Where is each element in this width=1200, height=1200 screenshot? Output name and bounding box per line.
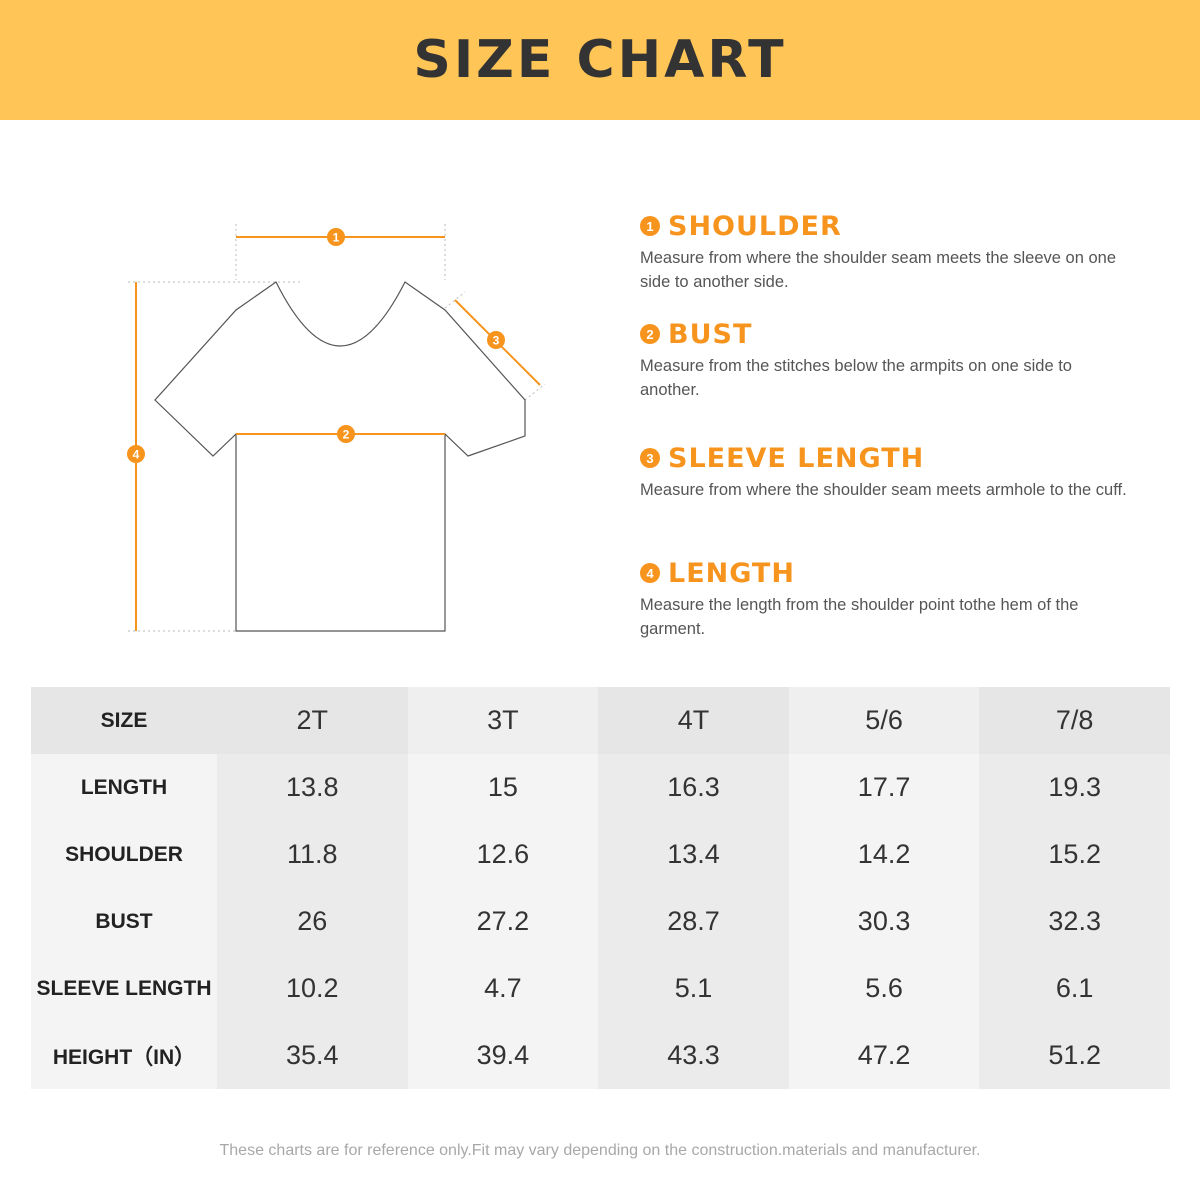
size-header-cell: 2T bbox=[217, 687, 408, 754]
table-cell: 15 bbox=[407, 754, 599, 821]
table-cell: 27.2 bbox=[407, 888, 599, 955]
marker-1-icon: 1 bbox=[327, 228, 345, 246]
table-row: HEIGHT（IN） 35.4 39.4 43.3 47.2 51.2 bbox=[31, 1022, 1170, 1089]
size-header-cell: 4T bbox=[598, 687, 789, 754]
size-header-cell: 3T bbox=[407, 687, 599, 754]
table-cell: 6.1 bbox=[979, 955, 1170, 1022]
definition-text: Measure from where the shoulder seam mee… bbox=[640, 481, 1127, 499]
definition-title: BUST bbox=[668, 318, 753, 350]
definition-text: Measure from the stitches below the armp… bbox=[640, 357, 1072, 399]
table-cell: 35.4 bbox=[217, 1022, 408, 1089]
definition-text: Measure the length from the shoulder poi… bbox=[640, 596, 1079, 638]
table-cell: 47.2 bbox=[788, 1022, 980, 1089]
marker-4-icon: 4 bbox=[127, 445, 145, 463]
definition-sleeve-length: 3 SLEEVE LENGTH Measure from where the s… bbox=[640, 440, 1140, 502]
row-label: HEIGHT（IN） bbox=[31, 1022, 217, 1089]
table-cell: 12.6 bbox=[407, 821, 599, 888]
table-cell: 13.8 bbox=[217, 754, 408, 821]
footnote: These charts are for reference only.Fit … bbox=[219, 1142, 981, 1159]
page-title: SIZE CHART bbox=[413, 30, 787, 90]
table-cell: 26 bbox=[217, 888, 408, 955]
header-banner: SIZE CHART bbox=[0, 0, 1200, 120]
tshirt-svg: 1 2 3 4 bbox=[127, 224, 546, 632]
table-cell: 11.8 bbox=[217, 821, 408, 888]
table-cell: 17.7 bbox=[788, 754, 980, 821]
table-cell: 19.3 bbox=[979, 754, 1170, 821]
row-label: SIZE bbox=[31, 687, 217, 754]
svg-text:1: 1 bbox=[333, 231, 340, 245]
table-header-row: SIZE 2T 3T 4T 5/6 7/8 bbox=[31, 687, 1170, 754]
row-label: LENGTH bbox=[31, 754, 217, 821]
table-cell: 28.7 bbox=[598, 888, 789, 955]
table-cell: 16.3 bbox=[598, 754, 789, 821]
table-cell: 30.3 bbox=[788, 888, 980, 955]
size-header-cell: 5/6 bbox=[788, 687, 980, 754]
table-cell: 43.3 bbox=[598, 1022, 789, 1089]
number-2-icon: 2 bbox=[640, 324, 660, 344]
marker-2-icon: 2 bbox=[337, 425, 355, 443]
table-row: SLEEVE LENGTH 10.2 4.7 5.1 5.6 6.1 bbox=[31, 955, 1170, 1022]
row-label: SLEEVE LENGTH bbox=[31, 955, 217, 1022]
number-1-icon: 1 bbox=[640, 216, 660, 236]
svg-text:2: 2 bbox=[343, 428, 350, 442]
tshirt-diagram: 1 2 3 4 bbox=[100, 200, 580, 650]
table-cell: 13.4 bbox=[598, 821, 789, 888]
definition-title: SHOULDER bbox=[668, 210, 842, 242]
table-cell: 5.6 bbox=[788, 955, 980, 1022]
table-cell: 39.4 bbox=[407, 1022, 599, 1089]
table-cell: 14.2 bbox=[788, 821, 980, 888]
row-label: BUST bbox=[31, 888, 217, 955]
table-cell: 4.7 bbox=[407, 955, 599, 1022]
table-cell: 10.2 bbox=[217, 955, 408, 1022]
svg-text:3: 3 bbox=[493, 334, 500, 348]
table-cell: 51.2 bbox=[979, 1022, 1170, 1089]
table-cell: 15.2 bbox=[979, 821, 1170, 888]
definition-shoulder: 1 SHOULDER Measure from where the should… bbox=[640, 208, 1140, 294]
number-4-icon: 4 bbox=[640, 563, 660, 583]
table-row: BUST 26 27.2 28.7 30.3 32.3 bbox=[31, 888, 1170, 955]
table-row: LENGTH 13.8 15 16.3 17.7 19.3 bbox=[31, 754, 1170, 821]
svg-text:4: 4 bbox=[133, 448, 140, 462]
table-cell: 32.3 bbox=[979, 888, 1170, 955]
marker-3-icon: 3 bbox=[487, 331, 505, 349]
definition-text: Measure from where the shoulder seam mee… bbox=[640, 249, 1117, 291]
number-3-icon: 3 bbox=[640, 448, 660, 468]
definition-length: 4 LENGTH Measure the length from the sho… bbox=[640, 555, 1140, 641]
size-header-cell: 7/8 bbox=[979, 687, 1170, 754]
row-label: SHOULDER bbox=[31, 821, 217, 888]
definition-title: LENGTH bbox=[668, 557, 795, 589]
size-table: SIZE 2T 3T 4T 5/6 7/8 LENGTH 13.8 15 16.… bbox=[31, 687, 1170, 1089]
definition-title: SLEEVE LENGTH bbox=[668, 442, 925, 474]
table-cell: 5.1 bbox=[598, 955, 789, 1022]
tshirt-outline bbox=[154, 281, 526, 632]
definition-bust: 2 BUST Measure from the stitches below t… bbox=[640, 316, 1140, 402]
table-row: SHOULDER 11.8 12.6 13.4 14.2 15.2 bbox=[31, 821, 1170, 888]
